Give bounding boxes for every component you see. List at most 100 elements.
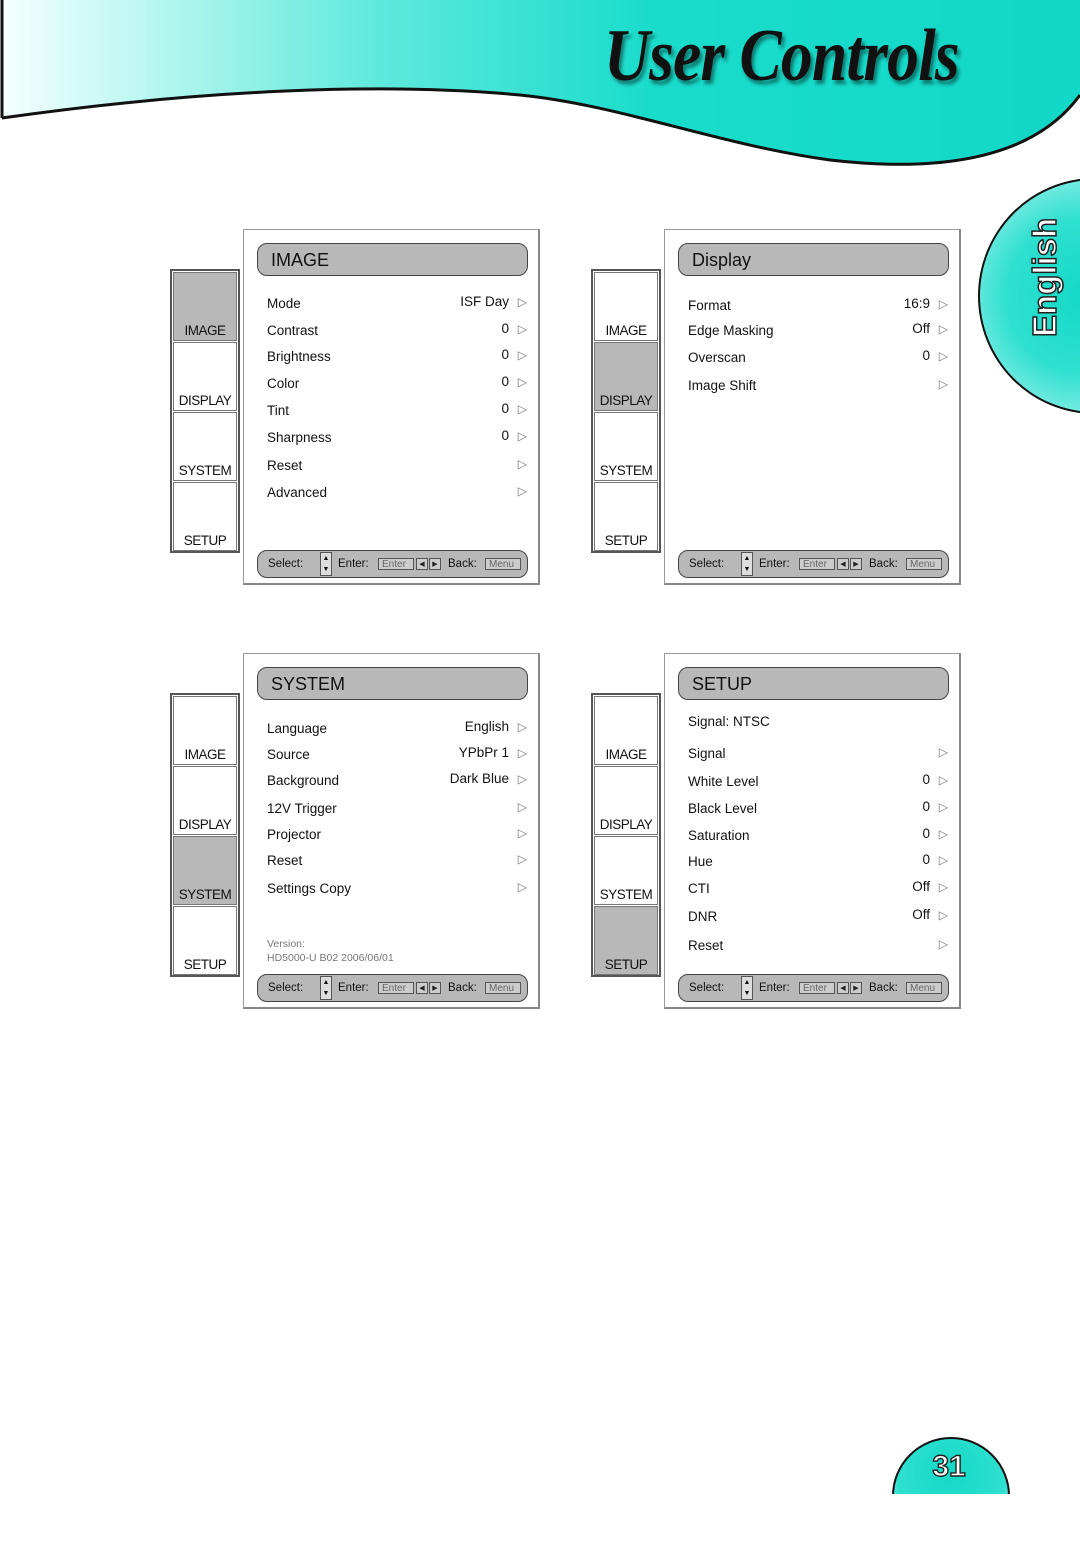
arrow-right-icon: ▷ <box>517 746 527 760</box>
menu-item-tint[interactable]: Tint 0 ▷ <box>267 401 529 423</box>
enter-key-icon: Enter <box>799 558 835 570</box>
menu-item-black-level[interactable]: Black Level 0 ▷ <box>688 799 950 821</box>
menu-item-projector[interactable]: Projector ▷ <box>267 826 529 847</box>
menu-title-bar: SYSTEM <box>257 667 528 700</box>
left-key-icon: ◀ <box>416 558 428 570</box>
menu-item-source[interactable]: Source YPbPr 1 ▷ <box>267 745 529 767</box>
menu-item-contrast[interactable]: Contrast 0 ▷ <box>267 321 529 343</box>
menu-item-sharpness[interactable]: Sharpness 0 ▷ <box>267 428 529 450</box>
menu-key-icon: Menu <box>485 558 521 570</box>
menu-item-signal[interactable]: Signal ▷ <box>688 745 950 766</box>
arrow-right-icon: ▷ <box>517 348 527 362</box>
side-tab-setup[interactable]: SETUP <box>173 906 237 975</box>
menu-item-image-shift[interactable]: Image Shift ▷ <box>688 377 950 398</box>
menu-item-12v-trigger[interactable]: 12V Trigger ▷ <box>267 800 529 821</box>
menu-item-advanced[interactable]: Advanced ▷ <box>267 484 529 505</box>
menu-item-brightness[interactable]: Brightness 0 ▷ <box>267 347 529 369</box>
arrow-right-icon: ▷ <box>517 375 527 389</box>
side-tab-setup[interactable]: SETUP <box>173 482 237 551</box>
side-tab-system[interactable]: SYSTEM <box>173 412 237 481</box>
osd-frame: Display Format 16:9 ▷ Edge Masking Off ▷ Ove… <box>664 229 961 585</box>
osd-side-tabs: IMAGE DISPLAY SYSTEM SETUP <box>170 269 240 553</box>
menu-key-icon: Menu <box>485 982 521 994</box>
side-tab-display[interactable]: DISPLAY <box>173 342 237 411</box>
menu-title: SETUP <box>692 674 753 694</box>
menu-title-bar: Display <box>678 243 949 276</box>
right-key-icon: ▶ <box>429 558 441 570</box>
menu-item-dnr[interactable]: DNR Off ▷ <box>688 907 950 929</box>
side-tab-setup[interactable]: SETUP <box>594 906 658 975</box>
menu-item-hue[interactable]: Hue 0 ▷ <box>688 852 950 874</box>
arrow-right-icon: ▷ <box>517 429 527 443</box>
left-key-icon: ◀ <box>837 558 849 570</box>
up-down-arrows-icon: ▲ ▼ <box>741 552 753 576</box>
menu-item-white-level[interactable]: White Level 0 ▷ <box>688 772 950 794</box>
side-tab-image[interactable]: IMAGE <box>594 696 658 765</box>
arrow-right-icon: ▷ <box>938 908 948 922</box>
arrow-right-icon: ▷ <box>517 826 527 840</box>
menu-item-saturation[interactable]: Saturation 0 ▷ <box>688 826 950 848</box>
menu-key-icon: Menu <box>906 558 942 570</box>
menu-item-settings-copy[interactable]: Settings Copy ▷ <box>267 880 529 901</box>
side-tab-display[interactable]: DISPLAY <box>173 766 237 835</box>
arrow-right-icon: ▷ <box>938 745 948 759</box>
side-tab-image[interactable]: IMAGE <box>173 696 237 765</box>
arrow-right-icon: ▷ <box>938 827 948 841</box>
arrow-right-icon: ▷ <box>938 800 948 814</box>
arrow-right-icon: ▷ <box>517 852 527 866</box>
menu-item-language[interactable]: Language English ▷ <box>267 719 529 741</box>
left-key-icon: ◀ <box>837 982 849 994</box>
menu-title-bar: SETUP <box>678 667 949 700</box>
arrow-right-icon: ▷ <box>517 295 527 309</box>
menu-item-overscan[interactable]: Overscan 0 ▷ <box>688 348 950 370</box>
osd-footer-hints: Select: ▲ ▼ Enter: Enter ◀ ▶ Back: Menu <box>678 550 949 578</box>
side-tab-display[interactable]: DISPLAY <box>594 342 658 411</box>
firmware-version: Version: HD5000-U B02 2006/06/01 <box>267 937 394 965</box>
arrow-right-icon: ▷ <box>517 484 527 498</box>
menu-title: Display <box>692 250 752 270</box>
menu-item-background[interactable]: Background Dark Blue ▷ <box>267 771 529 793</box>
arrow-right-icon: ▷ <box>517 457 527 471</box>
enter-key-icon: Enter <box>378 558 414 570</box>
arrow-right-icon: ▷ <box>938 322 948 336</box>
side-tab-display[interactable]: DISPLAY <box>594 766 658 835</box>
osd-side-tabs: IMAGE DISPLAY SYSTEM SETUP <box>591 269 661 553</box>
enter-key-icon: Enter <box>378 982 414 994</box>
arrow-right-icon: ▷ <box>517 402 527 416</box>
arrow-right-icon: ▷ <box>938 349 948 363</box>
osd-frame: SYSTEM Language English ▷ Source YPbPr 1 ▷ B… <box>243 653 540 1009</box>
menu-title: SYSTEM <box>271 674 346 694</box>
side-tab-system[interactable]: SYSTEM <box>594 412 658 481</box>
side-tab-system[interactable]: SYSTEM <box>173 836 237 905</box>
menu-item-format[interactable]: Format 16:9 ▷ <box>688 296 950 318</box>
menu-item-reset[interactable]: Reset ▷ <box>267 852 529 873</box>
left-key-icon: ◀ <box>416 982 428 994</box>
arrow-right-icon: ▷ <box>938 880 948 894</box>
page-number: 31 <box>932 1449 967 1483</box>
side-tab-image[interactable]: IMAGE <box>173 272 237 341</box>
arrow-right-icon: ▷ <box>938 853 948 867</box>
menu-item-cti[interactable]: CTI Off ▷ <box>688 879 950 901</box>
menu-item-reset[interactable]: Reset ▷ <box>267 457 529 478</box>
side-tab-setup[interactable]: SETUP <box>594 482 658 551</box>
menu-item-mode[interactable]: Mode ISF Day ▷ <box>267 294 529 316</box>
osd-frame: IMAGE Mode ISF Day ▷ Contrast 0 ▷ Brightness… <box>243 229 540 585</box>
osd-setup-menu: IMAGE DISPLAY SYSTEM SETUP SETUP Signal:… <box>588 653 961 1011</box>
menu-title-bar: IMAGE <box>257 243 528 276</box>
osd-display-menu: IMAGE DISPLAY SYSTEM SETUP Display Forma… <box>588 229 961 587</box>
menu-key-icon: Menu <box>906 982 942 994</box>
arrow-right-icon: ▷ <box>938 377 948 391</box>
arrow-right-icon: ▷ <box>517 800 527 814</box>
osd-image-menu: IMAGE DISPLAY SYSTEM SETUP IMAGE Mode ISF… <box>167 229 540 587</box>
osd-system-menu: IMAGE DISPLAY SYSTEM SETUP SYSTEM Langua… <box>167 653 540 1011</box>
arrow-right-icon: ▷ <box>517 322 527 336</box>
menu-item-reset[interactable]: Reset ▷ <box>688 937 950 958</box>
menu-item-edge-masking[interactable]: Edge Masking Off ▷ <box>688 321 950 343</box>
side-tab-image[interactable]: IMAGE <box>594 272 658 341</box>
version-label: Version: <box>267 938 305 950</box>
page-number-mask <box>880 1494 1020 1554</box>
menu-item-color[interactable]: Color 0 ▷ <box>267 374 529 396</box>
side-tab-system[interactable]: SYSTEM <box>594 836 658 905</box>
page-title: User Controls <box>604 15 960 97</box>
arrow-right-icon: ▷ <box>938 773 948 787</box>
